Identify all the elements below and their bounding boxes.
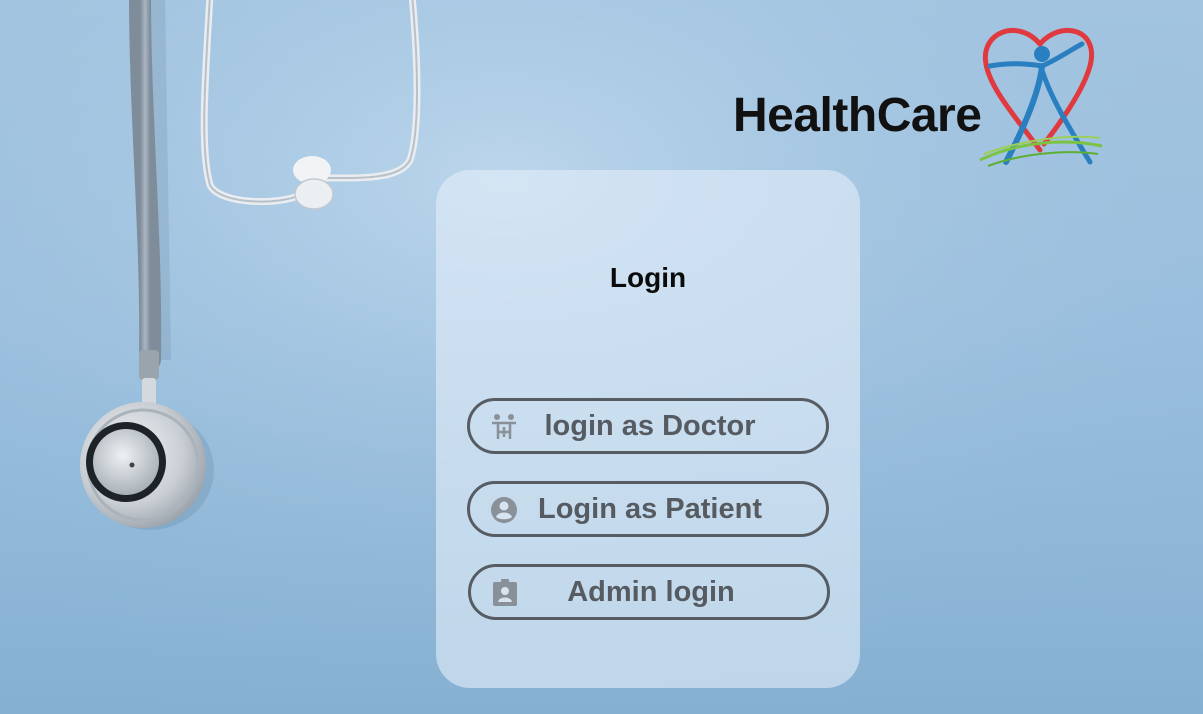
admin-login-label: Admin login <box>567 575 735 608</box>
doctor-icon <box>488 411 520 443</box>
login-card: Login login as Doctor Login as Patient A… <box>436 170 860 688</box>
login-as-patient-label: Login as Patient <box>538 492 762 525</box>
brand-header: HealthCare <box>733 26 1103 176</box>
admin-badge-icon <box>489 577 521 609</box>
patient-icon <box>488 494 520 526</box>
heart-person-logo-icon <box>979 27 1103 167</box>
login-title: Login <box>609 262 687 293</box>
brand-name: HealthCare <box>733 89 982 142</box>
login-as-doctor-button[interactable]: login as Doctor <box>467 398 829 454</box>
login-as-doctor-label: login as Doctor <box>544 409 756 442</box>
admin-login-button[interactable]: Admin login <box>468 564 830 620</box>
login-as-patient-button[interactable]: Login as Patient <box>467 481 829 537</box>
